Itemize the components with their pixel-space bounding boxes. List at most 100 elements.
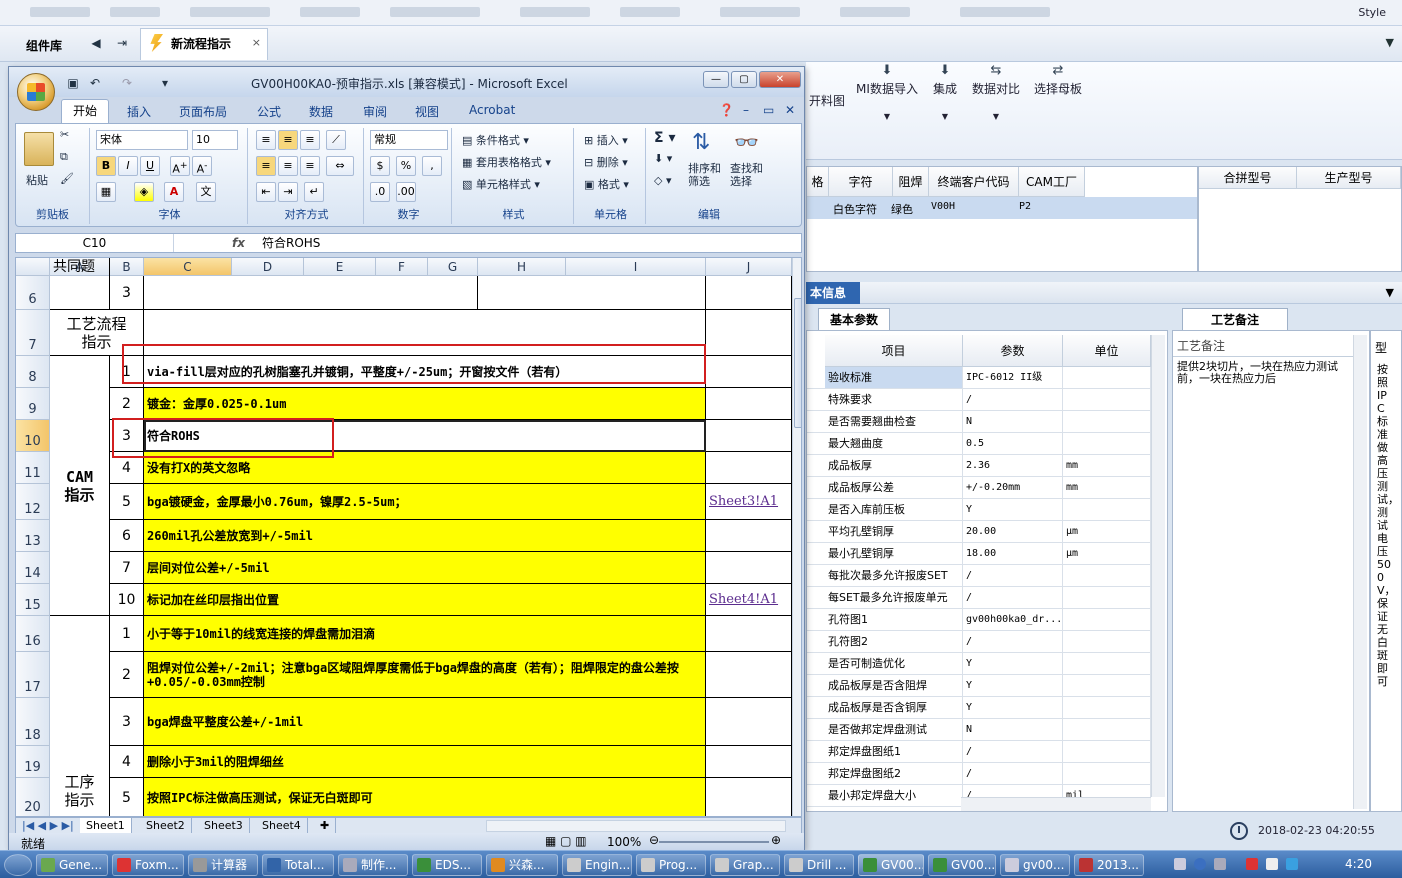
taskbar-item[interactable]: Total... <box>262 854 334 876</box>
style-label[interactable]: Style <box>1358 6 1386 19</box>
grid-header[interactable]: 格 <box>807 167 829 197</box>
params-row[interactable]: 邦定焊盘图纸1/ <box>807 741 1151 763</box>
params-header-item[interactable]: 项目 <box>825 335 963 367</box>
undo-icon[interactable]: ↶ <box>87 75 103 91</box>
cell-cam-link[interactable] <box>706 552 792 584</box>
taskbar-item[interactable]: Gene... <box>36 854 108 876</box>
params-row[interactable]: 孔符图2/ <box>807 631 1151 653</box>
column-header[interactable]: C <box>144 258 232 276</box>
select-master-button[interactable]: ⇄ 选择母板 <box>1032 62 1084 97</box>
ribbon-restore-icon[interactable]: ▭ <box>763 103 774 117</box>
format-cells-button[interactable]: ▣ 格式 ▾ <box>584 176 629 192</box>
help-tray-icon[interactable] <box>1194 858 1206 870</box>
cell-process-text[interactable]: 删除小于3mil的阻焊细丝 <box>144 746 706 778</box>
chevron-down-icon[interactable]: ▼ <box>928 112 962 121</box>
cut-icon[interactable]: ✂ <box>60 128 69 141</box>
cell-process-j[interactable] <box>706 746 792 778</box>
taskbar-item[interactable]: Drill ... <box>784 854 854 876</box>
tray-clock[interactable]: 4:20 <box>1345 857 1372 871</box>
grid-header[interactable]: 生产型号 <box>1297 167 1401 189</box>
info-menu-icon[interactable]: ▼ <box>1386 286 1394 299</box>
customize-icon[interactable]: ▾ <box>157 75 173 91</box>
column-header[interactable]: D <box>232 258 304 276</box>
cell-cam-link[interactable] <box>706 356 792 388</box>
cell-process-text[interactable]: 小于等于10mil的线宽连接的焊盘需加泪滴 <box>144 616 706 652</box>
notes-scrollbar[interactable] <box>1353 335 1367 809</box>
column-header[interactable]: H <box>478 258 566 276</box>
font-color-button[interactable]: A <box>164 182 184 202</box>
taskbar-item[interactable]: Prog... <box>636 854 706 876</box>
find-icon[interactable]: 👓 <box>734 130 759 154</box>
tab-formulas[interactable]: 公式 <box>257 103 281 120</box>
decrease-decimal-button[interactable]: .00 <box>396 182 416 202</box>
row-header[interactable]: 15 <box>16 584 50 616</box>
params-row[interactable]: 成品板厚 2.36 mm <box>807 455 1151 477</box>
find-select-button[interactable]: 查找和 选择 <box>730 162 763 188</box>
grow-font-button[interactable]: A+ <box>170 156 190 176</box>
cell-cam-link[interactable] <box>706 452 792 484</box>
cell-process-label[interactable]: 工序 指示 <box>50 616 110 816</box>
row-header[interactable]: 6 <box>16 276 50 310</box>
cell-shared-topic[interactable]: 共同题 <box>50 258 110 310</box>
row-header[interactable]: 8 <box>16 356 50 388</box>
merge-center-button[interactable]: ⇔ <box>326 156 354 176</box>
new-sheet-icon[interactable]: ✚ <box>314 818 337 834</box>
data-compare-button[interactable]: ⇆ 数据对比 ▼ <box>970 62 1022 121</box>
cell-cam-link[interactable]: Sheet4!A1 <box>706 584 792 616</box>
sort-filter-button[interactable]: 排序和 筛选 <box>688 162 721 188</box>
grid-header[interactable]: 阻焊 <box>893 167 929 197</box>
align-center-button[interactable]: ≡ <box>278 156 298 176</box>
row-header[interactable]: 11 <box>16 452 50 484</box>
row-header[interactable]: 18 <box>16 698 50 746</box>
taskbar-item[interactable]: GV00... <box>858 854 924 876</box>
column-header[interactable]: F <box>376 258 428 276</box>
cell-process-j[interactable] <box>706 778 792 816</box>
align-middle-button[interactable]: ≡ <box>278 130 298 150</box>
row-header[interactable]: 9 <box>16 388 50 420</box>
row-header[interactable]: 14 <box>16 552 50 584</box>
tray-app2-icon[interactable] <box>1286 858 1298 870</box>
comma-button[interactable]: , <box>422 156 442 176</box>
tab-review[interactable]: 审阅 <box>363 103 387 120</box>
params-vertical-scrollbar[interactable] <box>1151 335 1165 797</box>
row-header[interactable]: 12 <box>16 484 50 520</box>
taskbar-item[interactable]: Foxm... <box>112 854 184 876</box>
cell-process-num[interactable]: 5 <box>110 778 144 816</box>
table-format-button[interactable]: ▦ 套用表格格式 ▾ <box>462 154 551 170</box>
cell-cam-num[interactable]: 6 <box>110 520 144 552</box>
insert-cells-button[interactable]: ⊞ 插入 ▾ <box>584 132 628 148</box>
tab-data[interactable]: 数据 <box>309 103 333 120</box>
taskbar-item[interactable]: GV00... <box>928 854 996 876</box>
mi-import-button[interactable]: ⬇ MI数据导入 ▼ <box>854 62 920 121</box>
formula-input[interactable]: 符合ROHS <box>262 234 320 252</box>
params-row[interactable]: 最大翘曲度 0.5 <box>807 433 1151 455</box>
taskbar-item[interactable]: Engin... <box>562 854 632 876</box>
redo-icon[interactable]: ↷ <box>119 75 135 91</box>
cell-cam-num[interactable]: 7 <box>110 552 144 584</box>
taskbar-item[interactable]: 计算器 <box>188 854 258 876</box>
cell-styles-button[interactable]: ▧ 单元格样式 ▾ <box>462 176 540 192</box>
cell-row6-h[interactable] <box>478 276 706 310</box>
row-header[interactable]: 20 <box>16 778 50 816</box>
cell-process-text[interactable]: 按照IPC标注做高压测试，保证无白斑即可 <box>144 778 706 816</box>
taskbar-item[interactable]: EDS... <box>412 854 482 876</box>
row-header[interactable]: 13 <box>16 520 50 552</box>
clear-icon[interactable]: ◇ ▾ <box>654 174 671 187</box>
increase-decimal-button[interactable]: .0 <box>370 182 390 202</box>
taskbar-item[interactable]: 制作... <box>338 854 408 876</box>
ribbon-close-icon[interactable]: ✕ <box>785 103 795 117</box>
nav-pin-icon[interactable]: ⇥ <box>114 35 130 51</box>
minimize-button[interactable]: — <box>703 71 729 88</box>
cell-cam-text[interactable]: 镀金：金厚0.025-0.1um <box>144 388 706 420</box>
sheet-tab-1[interactable]: Sheet1 <box>80 818 132 834</box>
cell-process-text[interactable]: 阻焊对位公差+/-2mil；注意bga区域阻焊厚度需低于bga焊盘的高度（若有）… <box>144 652 706 698</box>
column-header[interactable]: I <box>566 258 706 276</box>
cell-process-j[interactable] <box>706 698 792 746</box>
notes-text[interactable]: 提供2块切片，一块在热应力测试前，一块在热应力后 <box>1177 361 1353 385</box>
cell-row6-num[interactable]: 3 <box>110 276 144 310</box>
params-row[interactable]: 是否需要翘曲检查 N <box>807 411 1151 433</box>
percent-button[interactable]: % <box>396 156 416 176</box>
orientation-button[interactable]: ⟋ <box>326 130 346 150</box>
taskbar-item[interactable]: 2013... <box>1074 854 1144 876</box>
zoom-slider[interactable] <box>659 841 769 843</box>
